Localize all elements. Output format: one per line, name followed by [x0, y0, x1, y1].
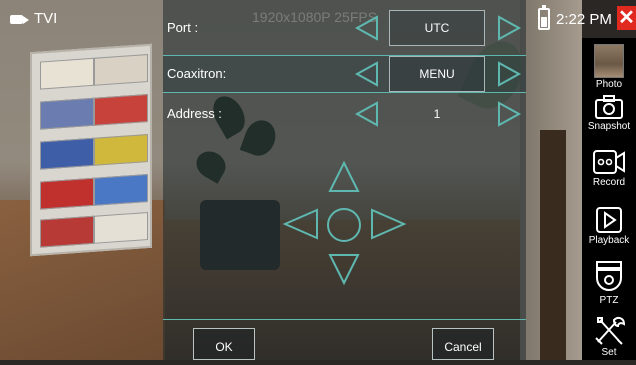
cancel-button[interactable]: Cancel: [432, 328, 494, 360]
port-value: UTC: [389, 10, 485, 46]
coaxitron-menu-button[interactable]: MENU: [389, 56, 485, 92]
sidebar-item-photo[interactable]: Photo: [582, 44, 636, 90]
address-prev-arrow-icon[interactable]: [353, 100, 381, 128]
sidebar-item-snapshot[interactable]: Snapshot: [582, 94, 636, 132]
ok-button[interactable]: OK: [193, 328, 255, 360]
photo-thumbnail: [594, 44, 624, 78]
coaxitron-row[interactable]: Coaxitron: MENU: [163, 55, 526, 93]
sidebar-item-label: Snapshot: [587, 121, 631, 132]
address-row: Address : 1: [163, 96, 526, 134]
play-icon: [596, 207, 622, 233]
clock: 2:22 PM: [556, 11, 612, 28]
divider: [163, 319, 526, 320]
sidebar-item-playback[interactable]: Playback: [582, 206, 636, 246]
magazine-rack: [30, 43, 152, 257]
down-arrow-icon[interactable]: [327, 252, 361, 286]
video-camera-icon: [593, 150, 625, 174]
port-next-arrow-icon[interactable]: [495, 14, 523, 42]
mode-label: TVI: [34, 10, 58, 27]
coaxitron-prev-arrow-icon[interactable]: [353, 60, 381, 88]
port-label: Port :: [167, 20, 199, 35]
sidebar-item-ptz[interactable]: PTZ: [582, 260, 636, 306]
coaxitron-label: Coaxitron:: [167, 66, 227, 81]
coaxitron-next-arrow-icon[interactable]: [495, 60, 523, 88]
center-circle-icon[interactable]: [325, 206, 363, 244]
port-row: Port : UTC: [163, 10, 526, 48]
camera-feed: [0, 0, 582, 360]
battery-icon: [538, 5, 550, 30]
sidebar: Photo Snapshot Record Playback PTZ Set: [582, 38, 636, 360]
sidebar-item-label: Set: [601, 347, 617, 358]
mode-indicator: TVI: [10, 10, 57, 27]
right-arrow-icon[interactable]: [369, 207, 407, 241]
port-prev-arrow-icon[interactable]: [353, 14, 381, 42]
address-next-arrow-icon[interactable]: [495, 100, 523, 128]
address-value: 1: [433, 107, 441, 121]
sidebar-item-label: Record: [592, 177, 626, 188]
sidebar-item-label: Photo: [595, 79, 623, 90]
camera-icon: [10, 13, 30, 25]
camera-icon: [595, 95, 623, 119]
sidebar-item-set[interactable]: Set: [582, 316, 636, 358]
up-arrow-icon[interactable]: [327, 160, 361, 194]
sidebar-item-label: Playback: [588, 235, 630, 246]
sidebar-item-label: PTZ: [599, 295, 619, 306]
address-label: Address :: [167, 106, 222, 121]
dome-camera-icon: [596, 261, 622, 291]
sidebar-item-record[interactable]: Record: [582, 148, 636, 188]
close-button[interactable]: ✕: [617, 6, 636, 30]
tools-icon: [595, 316, 626, 345]
left-arrow-icon[interactable]: [282, 207, 320, 241]
